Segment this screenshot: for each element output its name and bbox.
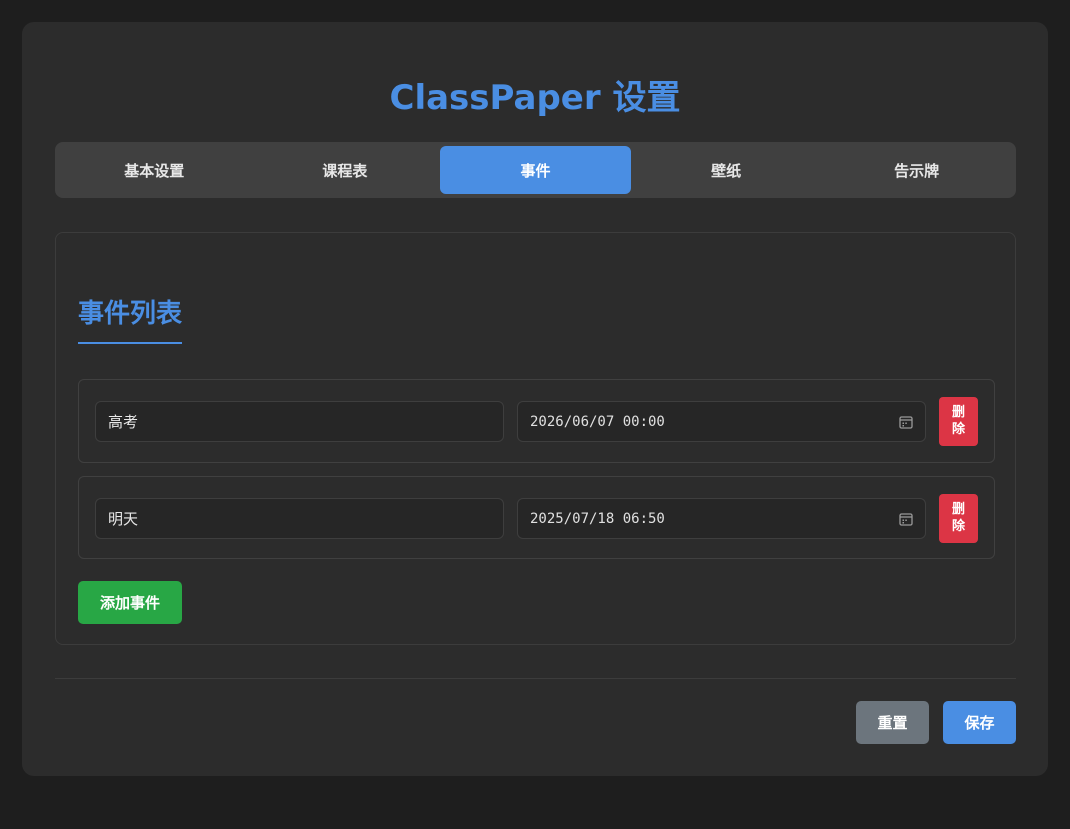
- calendar-icon[interactable]: [899, 512, 913, 526]
- section-title: 事件列表: [78, 293, 183, 344]
- tab-notice-board[interactable]: 告示牌: [821, 146, 1012, 194]
- event-row: 2025/07/18 06:50 删除: [78, 476, 995, 559]
- reset-button[interactable]: 重置: [856, 701, 929, 744]
- delete-event-button[interactable]: 删除: [939, 397, 978, 446]
- event-datetime-input[interactable]: 2025/07/18 06:50: [517, 498, 926, 539]
- footer-divider: [55, 678, 1016, 679]
- delete-event-button[interactable]: 删除: [939, 494, 978, 543]
- page-title: ClassPaper 设置: [389, 78, 681, 118]
- calendar-icon[interactable]: [899, 415, 913, 429]
- event-datetime-value: 2025/07/18 06:50: [530, 510, 665, 527]
- settings-window: ClassPaper 设置 基本设置 课程表 事件 壁纸 告示牌 事件列表 20…: [22, 22, 1048, 776]
- save-button[interactable]: 保存: [943, 701, 1016, 744]
- add-event-button[interactable]: 添加事件: [78, 581, 182, 624]
- tab-events[interactable]: 事件: [440, 146, 631, 194]
- event-datetime-input[interactable]: 2026/06/07 00:00: [517, 401, 926, 442]
- event-name-input[interactable]: [95, 401, 504, 442]
- tab-wallpaper[interactable]: 壁纸: [631, 146, 822, 194]
- event-name-input[interactable]: [95, 498, 504, 539]
- event-datetime-value: 2026/06/07 00:00: [530, 413, 665, 430]
- tab-bar: 基本设置 课程表 事件 壁纸 告示牌: [55, 142, 1016, 198]
- tab-schedule[interactable]: 课程表: [250, 146, 441, 194]
- tab-basic-settings[interactable]: 基本设置: [59, 146, 250, 194]
- events-panel: 事件列表 2026/06/07 00:00 删除 2025/07/18 06:5…: [55, 232, 1016, 645]
- event-row: 2026/06/07 00:00 删除: [78, 379, 995, 463]
